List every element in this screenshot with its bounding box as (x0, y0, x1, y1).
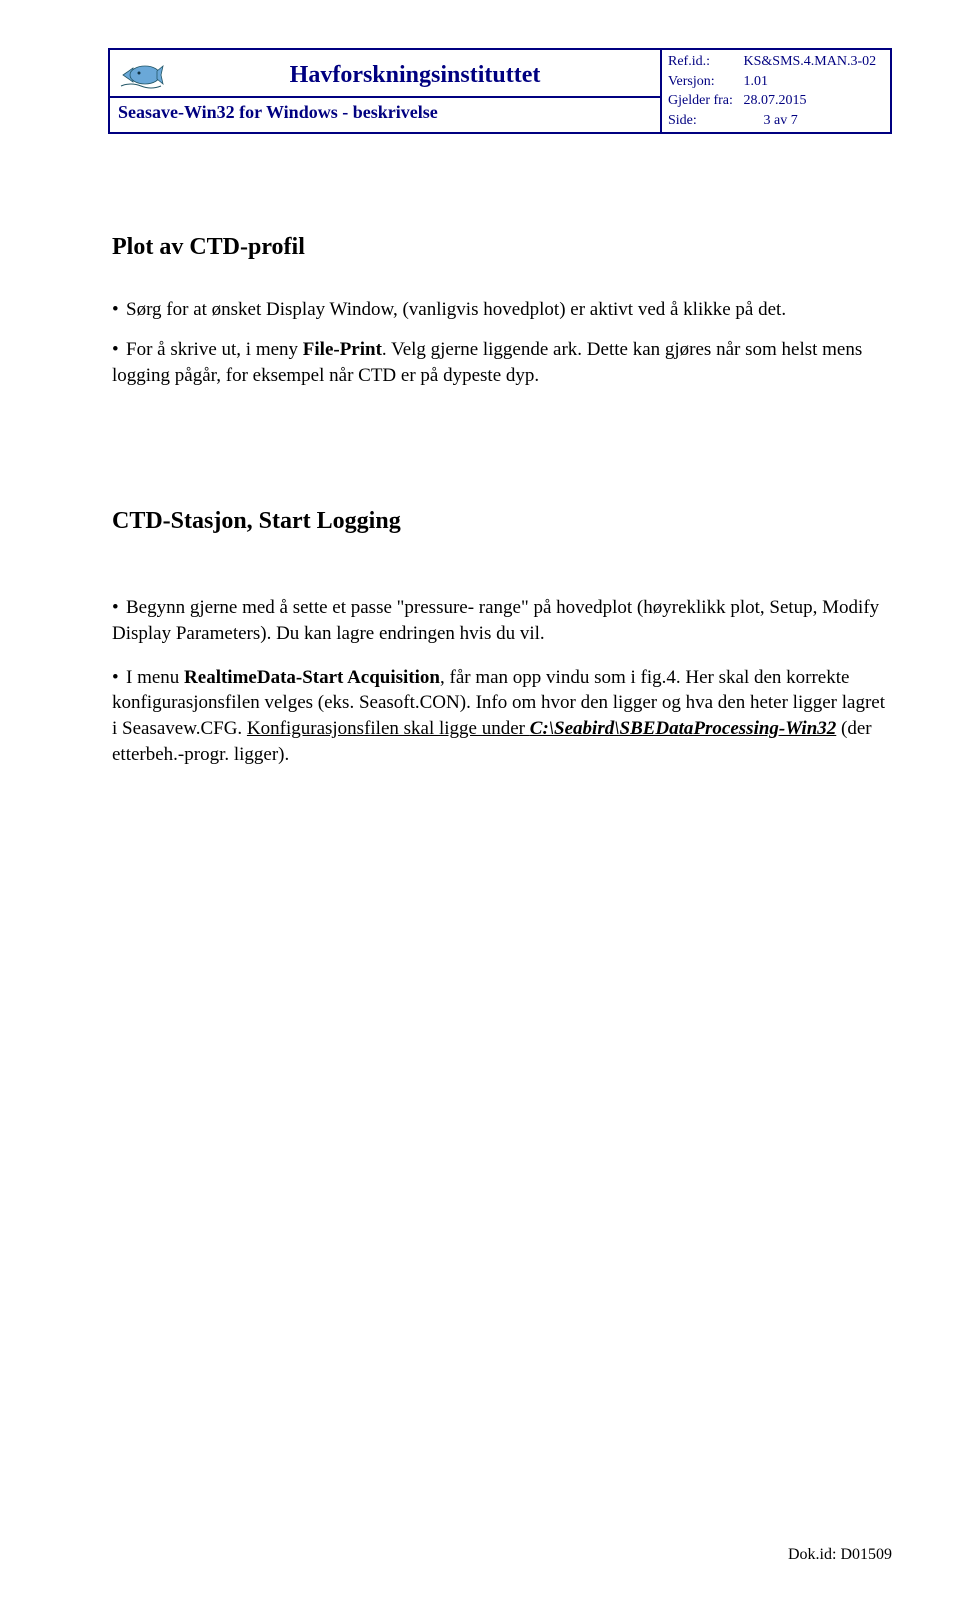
refid-label: Ref.id.: (668, 52, 740, 72)
section1-p2a: For å skrive ut, i meny (126, 339, 303, 360)
section2-para2: •I menu RealtimeData-Start Acquisition, … (112, 665, 892, 768)
doc-header: Havforskningsinstituttet Seasave-Win32 f… (108, 48, 892, 134)
org-title: Havforskningsinstituttet (178, 62, 652, 89)
section2-p2d: Konfigurasjonsfilen skal ligge under (247, 718, 530, 739)
doc-body: Plot av CTD-profil •Sørg for at ønsket D… (108, 134, 892, 767)
section2-p2e: C:\Seabird\SBEDataProcessing-Win32 (530, 718, 837, 739)
section-heading-ctd: CTD-Stasjon, Start Logging (112, 508, 892, 535)
section2-para1: •Begynn gjerne med å sette et passe "pre… (112, 595, 892, 646)
doc-footer: Dok.id: D01509 (788, 1546, 892, 1564)
section1-para2: •For å skrive ut, i meny File-Print. Vel… (112, 337, 892, 388)
gjelder-label: Gjelder fra: (668, 91, 740, 111)
side-label: Side: (668, 111, 740, 131)
section2-p2a: I menu (126, 667, 184, 688)
section2-p2b: RealtimeData-Start Acquisition (184, 667, 440, 688)
section2-p1-text: Begynn gjerne med å sette et passe "pres… (112, 597, 879, 644)
section1-p2b: File-Print (303, 339, 382, 360)
gjelder-value: 28.07.2015 (744, 93, 807, 108)
section1-p1-text: Sørg for at ønsket Display Window, (vanl… (126, 299, 786, 320)
logo-icon (118, 54, 166, 96)
doc-meta: Ref.id.: KS&SMS.4.MAN.3-02 Versjon: 1.01… (662, 50, 890, 132)
refid-value: KS&SMS.4.MAN.3-02 (744, 54, 877, 69)
doc-subtitle: Seasave-Win32 for Windows - beskrivelse (118, 102, 652, 123)
side-value: 3 av 7 (764, 113, 798, 128)
version-value: 1.01 (744, 74, 769, 89)
section1-para1: •Sørg for at ønsket Display Window, (van… (112, 297, 892, 323)
section-heading-plot: Plot av CTD-profil (112, 234, 892, 261)
version-label: Versjon: (668, 72, 740, 92)
